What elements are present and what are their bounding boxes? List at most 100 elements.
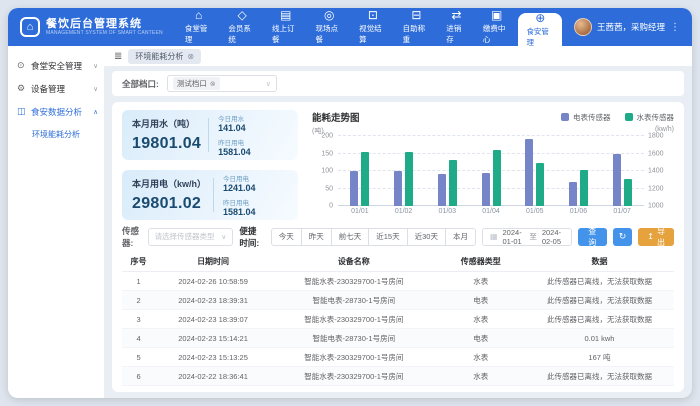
more-vertical-icon[interactable]: ⋮ [670,22,680,33]
divider [213,178,214,212]
left-tick-label: 150 [321,150,333,157]
bar-water [405,152,413,206]
bar-group [469,136,513,206]
sidebar-item-label: 食堂安全管理 [31,60,89,72]
stall-tag: 测试档口 ⊗ [173,77,220,90]
right-tick-label: 1800 [648,133,664,140]
top-nav: ⌂食堂管理◇会员系统▤线上订餐◎现场点餐⊡视觉结算⊟自助称重⇄进销存▣缴费中心⊕… [173,8,566,46]
x-tick-label: 01/07 [600,208,644,220]
column-header: 数据 [525,252,674,272]
table-cell: 此传感器已离线，无法获取数据 [525,310,674,329]
left-tick-label: 100 [321,168,333,175]
stall-tag-close-icon[interactable]: ⊗ [210,80,216,88]
quick-range-button[interactable]: 本月 [446,228,476,246]
date-start[interactable]: 2024-01-01 [503,228,525,246]
bar-water [493,150,501,206]
right-tick-label: 1400 [648,168,664,175]
electric-stat-value: 29801.02 [132,195,206,213]
main-area: ≣ 环境能耗分析 ⊗ 全部档口: 测试档口 ⊗ ∨ [104,46,692,398]
nav-item-label: 食安管理 [526,26,554,48]
tab-close-icon[interactable]: ⊗ [187,52,194,61]
tab-env-energy[interactable]: 环境能耗分析 ⊗ [128,49,201,64]
chevron-down-icon: ∨ [221,233,226,241]
table-cell: 智能电表-28730-1号房间 [271,291,437,310]
nav-item[interactable]: ▣缴费中心 [475,8,519,46]
table-cell: 2024-02-23 18:39:07 [155,310,271,329]
legend-item[interactable]: 电表传感器 [561,112,611,123]
sidebar-subitem[interactable]: 环境能耗分析 [8,123,104,145]
user-box[interactable]: 王茜茜，采购经理 ⋮ [566,8,692,46]
right-tick-label: 1200 [648,185,664,192]
quick-range-button[interactable]: 近15天 [369,228,407,246]
refresh-button[interactable]: ↻ [613,228,633,246]
table-cell: 2024-02-23 18:39:31 [155,291,271,310]
app-title: 餐饮后台管理系统 [46,18,163,30]
vision-checkout-icon: ⊡ [368,9,378,21]
chart-plot [338,136,644,206]
sensor-type-select[interactable]: 请选择传感器类型 ∨ [148,228,234,246]
nav-item[interactable]: ◎现场点餐 [308,8,352,46]
nav-item[interactable]: ⊕食安管理 [518,13,562,46]
table-cell: 此传感器已离线，无法获取数据 [525,367,674,386]
search-button[interactable]: 查询 [578,228,607,246]
stall-select[interactable]: 测试档口 ⊗ ∨ [167,75,277,92]
x-tick-label: 01/04 [469,208,513,220]
legend-item[interactable]: 水表传感器 [625,112,675,123]
bar-group [557,136,601,206]
date-end[interactable]: 2024-02-05 [542,228,564,246]
x-tick-label: 01/06 [557,208,601,220]
canteen-icon: ⌂ [195,9,202,21]
divider [208,118,209,152]
nav-item[interactable]: ⊟自助称重 [395,8,439,46]
chart-title: 能耗走势图 [312,110,360,124]
nav-item[interactable]: ⇄进销存 [438,8,475,46]
tab-label: 环境能耗分析 [135,51,183,62]
water-stat-value: 19801.04 [132,135,201,153]
logo-house-icon: ⌂ [20,17,40,37]
tab-menu-icon[interactable]: ≣ [114,51,122,62]
calendar-icon: ▦ [490,232,498,241]
table-cell: 2 [122,291,155,310]
sidebar-item-label: 食安数据分析 [31,106,89,118]
quick-range-button[interactable]: 昨天 [302,228,332,246]
export-button[interactable]: ↥导出 [638,228,674,246]
bar-electric [613,154,621,207]
sidebar-item[interactable]: ⊙食堂安全管理∨ [8,54,104,77]
table-cell: 此传感器已离线，无法获取数据 [525,272,674,291]
sidebar-item[interactable]: ◫ 食安数据分析 ∧ [8,100,104,123]
date-range-picker[interactable]: ▦ 2024-01-01 至 2024-02-05 [482,228,572,246]
bar-electric [482,173,490,206]
inventory-icon: ⇄ [452,9,462,21]
bar-group [338,136,382,206]
table-cell: 3 [122,310,155,329]
sidebar: ⊙食堂安全管理∨⚙设备管理∨ ◫ 食安数据分析 ∧ 环境能耗分析 [8,46,104,398]
table-cell: 电表 [437,329,525,348]
legend-swatch [561,113,569,121]
water-today-value: 141.04 [218,123,251,133]
nav-item[interactable]: ⊡视觉结算 [351,8,395,46]
nav-item[interactable]: ▤线上订餐 [264,8,308,46]
bar-electric [350,171,358,206]
legend-swatch [625,113,633,121]
quick-range-button[interactable]: 前七天 [332,228,370,246]
x-tick-label: 01/05 [513,208,557,220]
table-cell: 此传感器已离线，无法获取数据 [525,291,674,310]
x-tick-label: 01/02 [382,208,426,220]
date-separator: 至 [529,231,537,242]
nav-item[interactable]: ◇会员系统 [220,8,264,46]
quick-range-button[interactable]: 今天 [271,228,302,246]
stat-cards: 本月用水（吨） 19801.04 今日用水 141.04 昨日用电 [122,110,298,220]
analysis-icon: ◫ [17,106,27,117]
bar-water [536,163,544,206]
nav-item[interactable]: ⌂食堂管理 [177,8,221,46]
chevron-up-icon: ∧ [93,108,98,116]
avatar[interactable] [574,18,592,36]
table-row: 22024-02-23 18:39:31智能电表-28730-1号房间电表此传感… [122,291,674,310]
quick-range-button[interactable]: 近30天 [408,228,446,246]
sidebar-item[interactable]: ⚙设备管理∨ [8,77,104,100]
electric-today-label: 今日用电 [223,173,256,183]
table-cell: 智能电表-28730-1号房间 [271,329,437,348]
export-label: 导出 [657,226,665,248]
table-cell: 1 [122,272,155,291]
table-cell: 0.01 kwh [525,329,674,348]
